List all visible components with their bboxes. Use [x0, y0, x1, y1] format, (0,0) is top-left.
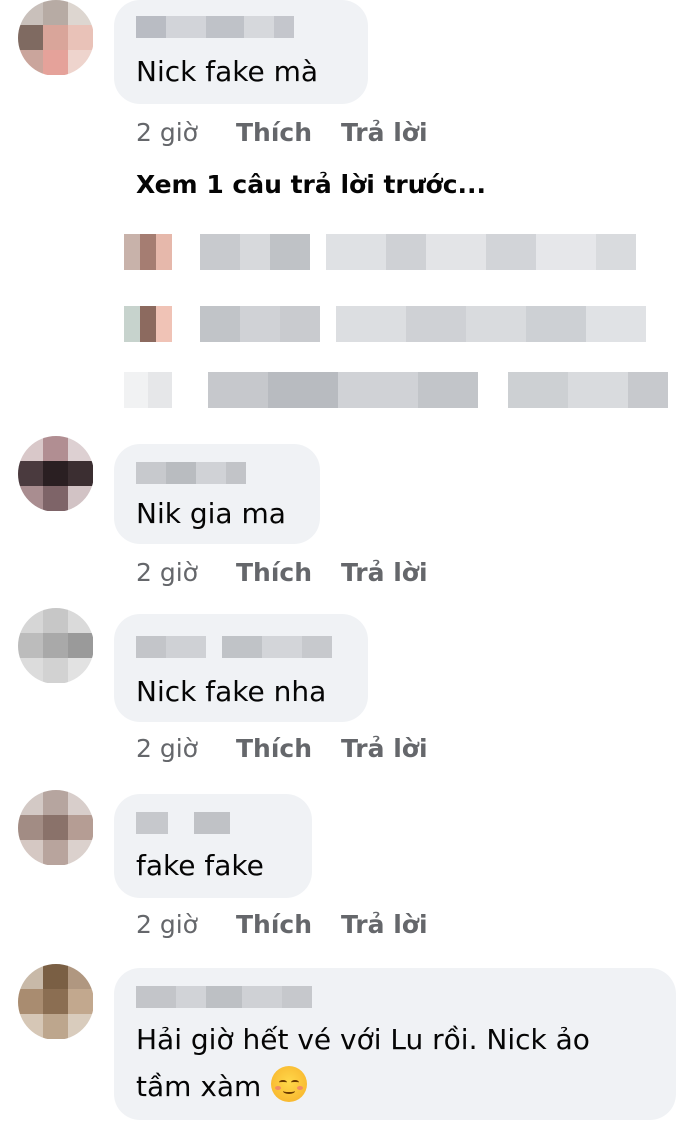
- author-name-blurred[interactable]: [136, 462, 246, 484]
- author-name-blurred[interactable]: [136, 16, 294, 38]
- comment-actions: 2 giờ Thích Trả lời: [136, 558, 451, 587]
- comment-bubble: Nick fake nha: [114, 614, 368, 722]
- comment-text: Nick fake nha: [136, 675, 327, 708]
- comment-time[interactable]: 2 giờ: [136, 118, 236, 147]
- comment-text: fake fake: [136, 849, 264, 882]
- comment-text: Nik gia ma: [136, 497, 286, 530]
- avatar[interactable]: [18, 436, 94, 512]
- reply-button[interactable]: Trả lời: [341, 910, 451, 939]
- comment-actions: 2 giờ Thích Trả lời: [136, 910, 451, 939]
- comment-actions: 2 giờ Thích Trả lời: [136, 118, 451, 147]
- comment-bubble: Nik gia ma: [114, 444, 320, 544]
- author-name-blurred[interactable]: [136, 636, 332, 658]
- blurred-reply-row: [124, 234, 636, 270]
- avatar[interactable]: [18, 964, 94, 1040]
- reply-button[interactable]: Trả lời: [341, 118, 451, 147]
- like-button[interactable]: Thích: [236, 558, 341, 587]
- comment-time[interactable]: 2 giờ: [136, 910, 236, 939]
- comment-actions: 2 giờ Thích Trả lời: [136, 734, 451, 763]
- author-name-blurred[interactable]: [136, 986, 312, 1008]
- relieved-face-icon: [271, 1066, 308, 1102]
- comment-text: Nick fake mà: [136, 55, 319, 88]
- blurred-reply-row: [124, 306, 646, 342]
- comment-bubble: Hải giờ hết vé với Lu rồi. Nick ảo tầm x…: [114, 968, 676, 1120]
- comment-time[interactable]: 2 giờ: [136, 558, 236, 587]
- like-button[interactable]: Thích: [236, 734, 341, 763]
- avatar[interactable]: [18, 608, 94, 684]
- avatar[interactable]: [18, 790, 94, 866]
- comment-bubble: Nick fake mà: [114, 0, 368, 104]
- like-button[interactable]: Thích: [236, 118, 341, 147]
- comment-time[interactable]: 2 giờ: [136, 734, 236, 763]
- comment-text-line-1: Hải giờ hết vé với Lu rồi. Nick ảo: [136, 1023, 590, 1056]
- author-name-blurred[interactable]: [136, 812, 230, 834]
- view-previous-replies-link[interactable]: Xem 1 câu trả lời trước...: [136, 170, 486, 199]
- blurred-reply-row: [124, 372, 668, 408]
- reply-button[interactable]: Trả lời: [341, 558, 451, 587]
- reply-button[interactable]: Trả lời: [341, 734, 451, 763]
- comment-bubble: fake fake: [114, 794, 312, 898]
- comment-text-line-2-content: tầm xàm: [136, 1070, 262, 1103]
- like-button[interactable]: Thích: [236, 910, 341, 939]
- comment-text-line-2: tầm xàm: [136, 1066, 308, 1107]
- avatar[interactable]: [18, 0, 94, 76]
